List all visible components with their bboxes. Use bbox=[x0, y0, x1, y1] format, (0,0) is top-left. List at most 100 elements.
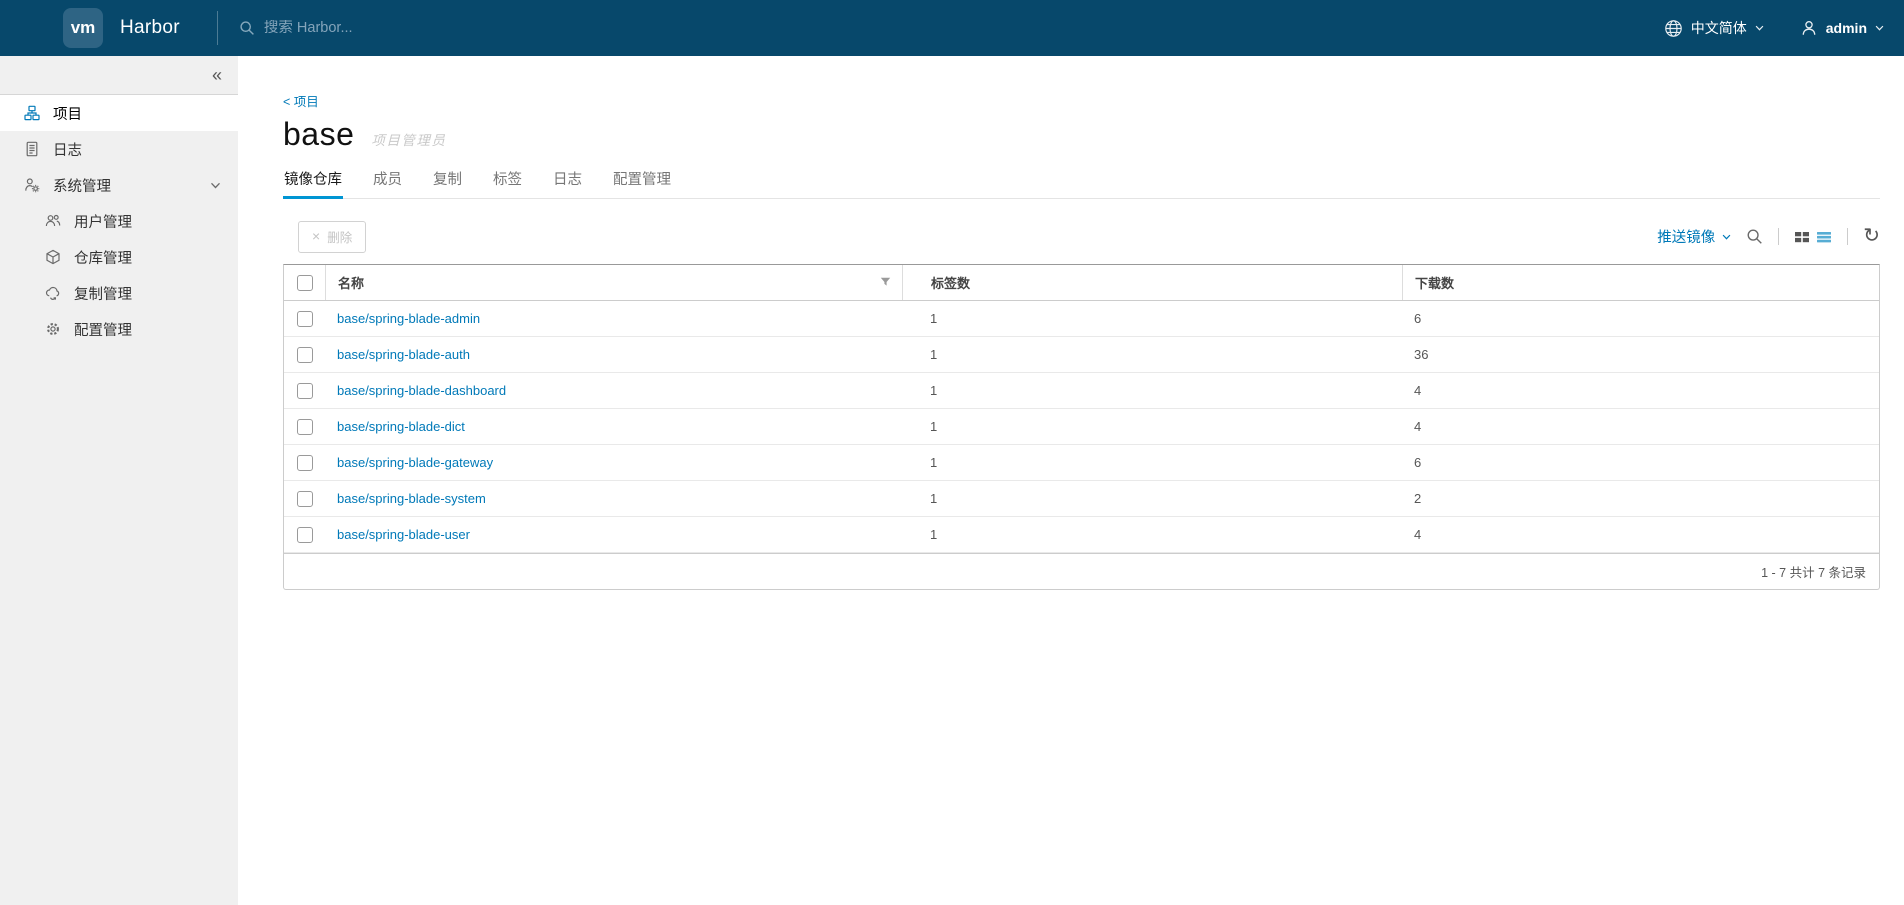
tag-count: 1 bbox=[930, 527, 938, 542]
push-image-button[interactable]: 推送镜像 bbox=[1657, 226, 1731, 247]
header-divider bbox=[216, 11, 218, 45]
delete-button-label: 删除 bbox=[327, 230, 353, 245]
sidebar: « 项目 日志 系统管理 用户管理 仓库管理 复制管理 配置管理 bbox=[0, 56, 238, 905]
pull-count: 4 bbox=[1414, 527, 1422, 542]
tag-count: 1 bbox=[930, 491, 938, 506]
vmware-logo-icon: vm bbox=[63, 8, 103, 48]
users-icon bbox=[45, 214, 61, 227]
column-header-name: 名称 bbox=[325, 265, 902, 300]
pull-count: 4 bbox=[1414, 419, 1422, 434]
table-row: base/spring-blade-system 1 2 bbox=[284, 481, 1879, 517]
select-all-checkbox[interactable] bbox=[296, 274, 313, 291]
language-selector[interactable]: 中文简体 bbox=[1664, 18, 1764, 38]
table-row: base/spring-blade-dict 1 4 bbox=[284, 409, 1879, 445]
repository-link[interactable]: base/spring-blade-system bbox=[337, 491, 486, 506]
repository-link[interactable]: base/spring-blade-admin bbox=[337, 311, 480, 326]
row-checkbox[interactable] bbox=[296, 382, 313, 399]
chevron-down-icon bbox=[1755, 25, 1764, 31]
list-view-toggle[interactable] bbox=[1816, 230, 1832, 244]
tab-labels[interactable]: 标签 bbox=[492, 162, 523, 199]
chevron-down-icon bbox=[1722, 234, 1731, 240]
role-badge: 项目管理员 bbox=[371, 133, 447, 148]
table-row: base/spring-blade-user 1 4 bbox=[284, 517, 1879, 553]
sidebar-item-user-management[interactable]: 用户管理 bbox=[0, 203, 238, 239]
sidebar-item-label: 系统管理 bbox=[53, 178, 111, 195]
toolbar-divider bbox=[1847, 228, 1849, 245]
row-checkbox[interactable] bbox=[296, 418, 313, 435]
row-checkbox[interactable] bbox=[296, 454, 313, 471]
tab-members[interactable]: 成员 bbox=[372, 162, 403, 199]
card-view-toggle[interactable] bbox=[1794, 230, 1810, 244]
repository-table: 名称 标签数 下载数 base/spring-blade-admin 1 6 b… bbox=[283, 264, 1880, 590]
harbor-logo[interactable]: vm Harbor bbox=[63, 8, 180, 48]
repository-link[interactable]: base/spring-blade-gateway bbox=[337, 455, 493, 470]
pull-count: 36 bbox=[1414, 347, 1429, 362]
tag-count: 1 bbox=[930, 419, 938, 434]
sidebar-item-label: 日志 bbox=[53, 142, 82, 159]
table-header-row: 名称 标签数 下载数 bbox=[284, 265, 1879, 301]
sidebar-item-projects[interactable]: 项目 bbox=[0, 95, 238, 131]
sidebar-item-replication-management[interactable]: 复制管理 bbox=[0, 275, 238, 311]
sidebar-item-registry-management[interactable]: 仓库管理 bbox=[0, 239, 238, 275]
delete-button[interactable]: × 删除 bbox=[298, 220, 367, 253]
sidebar-item-label: 仓库管理 bbox=[74, 250, 132, 267]
sidebar-item-configuration-management[interactable]: 配置管理 bbox=[0, 311, 238, 347]
tab-logs[interactable]: 日志 bbox=[552, 162, 583, 199]
table-footer: 1 - 7 共计 7 条记录 bbox=[284, 553, 1879, 589]
replication-icon bbox=[45, 286, 60, 300]
config-icon bbox=[47, 323, 59, 335]
sidebar-item-label: 配置管理 bbox=[74, 322, 132, 339]
user-icon bbox=[1802, 21, 1816, 35]
system-admin-icon bbox=[25, 178, 40, 193]
table-row: base/spring-blade-gateway 1 6 bbox=[284, 445, 1879, 481]
tab-repositories[interactable]: 镜像仓库 bbox=[283, 162, 343, 199]
tag-count: 1 bbox=[930, 311, 938, 326]
list-view-icon bbox=[1817, 231, 1832, 242]
page-title: base bbox=[283, 116, 355, 152]
row-checkbox[interactable] bbox=[296, 346, 313, 363]
sidebar-item-system-management[interactable]: 系统管理 bbox=[0, 167, 238, 203]
language-label: 中文简体 bbox=[1690, 20, 1747, 36]
push-image-label: 推送镜像 bbox=[1657, 230, 1716, 246]
row-checkbox[interactable] bbox=[296, 490, 313, 507]
table-row: base/spring-blade-auth 1 36 bbox=[284, 337, 1879, 373]
collapse-sidebar-button[interactable]: « bbox=[212, 66, 222, 84]
pull-count: 2 bbox=[1414, 491, 1422, 506]
close-icon: × bbox=[312, 228, 321, 244]
chevron-down-icon bbox=[211, 182, 220, 188]
repository-link[interactable]: base/spring-blade-auth bbox=[337, 347, 470, 362]
sidebar-item-label: 用户管理 bbox=[74, 214, 132, 231]
user-menu[interactable]: admin bbox=[1800, 19, 1884, 37]
sidebar-item-label: 项目 bbox=[53, 106, 82, 123]
breadcrumb-projects-link[interactable]: < 项目 bbox=[283, 91, 319, 110]
logs-icon bbox=[26, 141, 38, 157]
tag-count: 1 bbox=[930, 455, 938, 470]
username-label: admin bbox=[1825, 20, 1867, 36]
tab-replication[interactable]: 复制 bbox=[432, 162, 463, 199]
toolbar-divider bbox=[1778, 228, 1780, 245]
search-icon bbox=[1747, 229, 1763, 244]
repository-link[interactable]: base/spring-blade-dict bbox=[337, 419, 465, 434]
record-count-label: 1 - 7 共计 7 条记录 bbox=[1761, 566, 1866, 580]
globe-icon bbox=[1664, 19, 1682, 37]
row-checkbox[interactable] bbox=[296, 526, 313, 543]
pull-count: 6 bbox=[1414, 311, 1422, 326]
table-row: base/spring-blade-dashboard 1 4 bbox=[284, 373, 1879, 409]
sidebar-item-logs[interactable]: 日志 bbox=[0, 131, 238, 167]
toolbar: × 删除 推送镜像 ↻ bbox=[283, 220, 1880, 253]
tab-bar: 镜像仓库 成员 复制 标签 日志 配置管理 bbox=[283, 162, 1880, 199]
tag-count: 1 bbox=[930, 383, 938, 398]
repository-link[interactable]: base/spring-blade-dashboard bbox=[337, 383, 506, 398]
search-repositories-button[interactable] bbox=[1746, 228, 1763, 245]
projects-icon bbox=[24, 105, 40, 121]
chevron-down-icon bbox=[1875, 25, 1884, 31]
pull-count: 6 bbox=[1414, 455, 1422, 470]
search-icon bbox=[240, 21, 254, 35]
filter-icon[interactable] bbox=[880, 275, 891, 290]
search-input[interactable] bbox=[263, 20, 684, 36]
tab-configuration[interactable]: 配置管理 bbox=[612, 162, 672, 199]
pull-count: 4 bbox=[1414, 383, 1422, 398]
refresh-button[interactable]: ↻ bbox=[1863, 226, 1880, 246]
row-checkbox[interactable] bbox=[296, 310, 313, 327]
repository-link[interactable]: base/spring-blade-user bbox=[337, 527, 470, 542]
